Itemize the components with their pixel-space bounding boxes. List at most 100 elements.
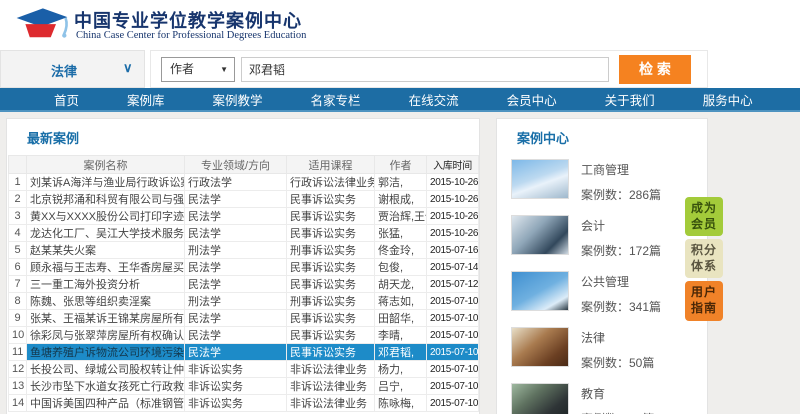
column-header-index <box>9 156 27 174</box>
cell-date: 2015-07-10 <box>427 293 479 310</box>
category-case-count: 案例数：172篇 <box>581 242 661 259</box>
nav-item-8[interactable]: 服务中心 <box>679 90 777 109</box>
table-row[interactable]: 11鱼塘养殖户诉物流公司环境污染损害案民法学民事诉讼实务邓君韬,2015-07-… <box>9 344 479 361</box>
cell-field: 行政法学 <box>185 174 287 191</box>
cell-no: 11 <box>9 344 27 361</box>
nav-item-4[interactable]: 名家专栏 <box>287 90 385 109</box>
cell-name[interactable]: 陈魏、张思等组织卖淫案 <box>27 293 185 310</box>
cell-no: 10 <box>9 327 27 344</box>
cell-author: 胡天龙, <box>375 276 427 293</box>
case-center-item[interactable]: 公共管理案例数：341篇 <box>497 267 707 319</box>
table-row[interactable]: 6顾永福与王志寿、王华香房屋买卖合同民法学民事诉讼实务包俊,2015-07-14 <box>9 259 479 276</box>
cell-no: 2 <box>9 191 27 208</box>
table-row[interactable]: 9张某、王福某诉王锦某房屋所有权确认民法学民事诉讼实务田韶华,2015-07-1… <box>9 310 479 327</box>
cell-field: 民法学 <box>185 225 287 242</box>
cell-course: 行政诉讼法律业务 <box>287 174 375 191</box>
cell-date: 2015-07-14 <box>427 259 479 276</box>
case-center-item-text: 工商管理案例数：286篇 <box>581 159 661 203</box>
case-center-item-text: 法律案例数：50篇 <box>581 327 654 371</box>
cell-name[interactable]: 中国诉美国四种产品（标准钢管、矩形 <box>27 395 185 412</box>
table-row[interactable]: 13长沙市坠下水道女孩死亡行政救助案例非诉讼实务非诉讼法律业务吕宁,2015-0… <box>9 378 479 395</box>
cell-no: 8 <box>9 293 27 310</box>
case-center-item[interactable]: 教育案例数：65篇 <box>497 379 707 414</box>
cell-author: 田韶华, <box>375 310 427 327</box>
points-system-button[interactable]: 积分体系 <box>685 239 723 278</box>
category-name: 公共管理 <box>581 273 661 290</box>
nav-item-2[interactable]: 案例库 <box>103 90 189 109</box>
category-case-count: 案例数：286篇 <box>581 186 661 203</box>
table-row[interactable]: 12长投公司、绿城公司股权转让仲裁案（非诉讼实务非诉讼法律业务杨力,2015-0… <box>9 361 479 378</box>
table-row[interactable]: 3黄XX与XXXX股份公司打印字迹时间...民法学民事诉讼实务贾治辉,王俊201… <box>9 208 479 225</box>
cell-name[interactable]: 三一重工海外投资分析 <box>27 276 185 293</box>
table-row[interactable]: 10徐彩凤与张翠萍房屋所有权确认纠纷案民法学民事诉讼实务李晴,2015-07-1… <box>9 327 479 344</box>
thumbnail-calculator-image <box>511 215 569 255</box>
table-row[interactable]: 1刘某诉A海洋与渔业局行政诉讼案行政法学行政诉讼法律业务郭洁,2015-10-2… <box>9 174 479 191</box>
column-header-author: 作者 <box>375 156 427 174</box>
cell-name[interactable]: 北京锐邦涌和科贸有限公司与强生（上 <box>27 191 185 208</box>
table-row[interactable]: 8陈魏、张思等组织卖淫案刑法学刑事诉讼实务蒋志如,2015-07-10 <box>9 293 479 310</box>
cell-name[interactable]: 顾永福与王志寿、王华香房屋买卖合同 <box>27 259 185 276</box>
nav-item-7[interactable]: 关于我们 <box>581 90 679 109</box>
cell-author: 佟金玲, <box>375 242 427 259</box>
category-name: 法律 <box>581 329 654 346</box>
category-case-count: 案例数：65篇 <box>581 410 654 414</box>
cell-name[interactable]: 长沙市坠下水道女孩死亡行政救助案例 <box>27 378 185 395</box>
cell-name[interactable]: 张某、王福某诉王锦某房屋所有权确认 <box>27 310 185 327</box>
cell-course: 民事诉讼实务 <box>287 344 375 361</box>
cell-no: 14 <box>9 395 27 412</box>
table-row[interactable]: 7三一重工海外投资分析民法学民事诉讼实务胡天龙,2015-07-12 <box>9 276 479 293</box>
cell-author: 谢根成, <box>375 191 427 208</box>
search-button[interactable]: 检 索 <box>619 55 691 84</box>
category-dropdown[interactable]: 法律 ∨ <box>0 50 145 88</box>
cell-author: 包俊, <box>375 259 427 276</box>
cell-author: 李晴, <box>375 327 427 344</box>
table-row[interactable]: 5赵某某失火案刑法学刑事诉讼实务佟金玲,2015-07-16 <box>9 242 479 259</box>
case-center-item[interactable]: 法律案例数：50篇 <box>497 323 707 375</box>
thumbnail-business-image <box>511 159 569 199</box>
case-center-item-text: 教育案例数：65篇 <box>581 383 654 414</box>
chevron-down-icon: ∨ <box>123 60 133 76</box>
cell-course: 民事诉讼实务 <box>287 191 375 208</box>
search-input[interactable] <box>241 57 609 82</box>
search-field-select[interactable]: 作者 ▼ <box>161 57 235 82</box>
case-center-item[interactable]: 工商管理案例数：286篇 <box>497 155 707 207</box>
cell-name[interactable]: 刘某诉A海洋与渔业局行政诉讼案 <box>27 174 185 191</box>
cell-course: 民事诉讼实务 <box>287 276 375 293</box>
case-center-item[interactable]: 会计案例数：172篇 <box>497 211 707 263</box>
cell-author: 杨力, <box>375 361 427 378</box>
nav-item-6[interactable]: 会员中心 <box>483 90 581 109</box>
cell-no: 13 <box>9 378 27 395</box>
cell-author: 贾治辉,王俊 <box>375 208 427 225</box>
category-name: 工商管理 <box>581 161 661 178</box>
cell-name[interactable]: 黄XX与XXXX股份公司打印字迹时间... <box>27 208 185 225</box>
cell-name[interactable]: 龙达化工厂、吴江大学技术服务合同纠 <box>27 225 185 242</box>
cell-no: 9 <box>9 310 27 327</box>
cell-course: 刑事诉讼实务 <box>287 293 375 310</box>
cell-course: 非诉讼法律业务 <box>287 395 375 412</box>
cell-field: 民法学 <box>185 310 287 327</box>
cell-name[interactable]: 徐彩凤与张翠萍房屋所有权确认纠纷案 <box>27 327 185 344</box>
nav-item-1[interactable]: 首页 <box>30 90 103 109</box>
column-header-course: 适用课程 <box>287 156 375 174</box>
cell-no: 4 <box>9 225 27 242</box>
table-row[interactable]: 4龙达化工厂、吴江大学技术服务合同纠民法学民事诉讼实务张猛,2015-10-26 <box>9 225 479 242</box>
cell-date: 2015-10-26 <box>427 225 479 242</box>
latest-cases-title: 最新案例 <box>27 128 479 147</box>
floating-button-column: 成为会员积分体系用户指南 <box>685 197 723 324</box>
table-row[interactable]: 14中国诉美国四种产品（标准钢管、矩形非诉讼实务非诉讼法律业务陈咏梅,2015-… <box>9 395 479 412</box>
cell-course: 非诉讼法律业务 <box>287 361 375 378</box>
user-guide-button[interactable]: 用户指南 <box>685 281 723 320</box>
latest-cases-table: 案例名称 专业领域/方向 适用课程 作者 入库时间 1刘某诉A海洋与渔业局行政诉… <box>8 155 479 412</box>
cell-no: 1 <box>9 174 27 191</box>
nav-item-5[interactable]: 在线交流 <box>385 90 483 109</box>
cell-field: 刑法学 <box>185 242 287 259</box>
cell-name[interactable]: 鱼塘养殖户诉物流公司环境污染损害案 <box>27 344 185 361</box>
cell-field: 刑法学 <box>185 293 287 310</box>
become-member-button[interactable]: 成为会员 <box>685 197 723 236</box>
cell-name[interactable]: 赵某某失火案 <box>27 242 185 259</box>
cell-name[interactable]: 长投公司、绿城公司股权转让仲裁案（ <box>27 361 185 378</box>
nav-item-3[interactable]: 案例教学 <box>189 90 287 109</box>
table-row[interactable]: 2北京锐邦涌和科贸有限公司与强生（上民法学民事诉讼实务谢根成,2015-10-2… <box>9 191 479 208</box>
cell-date: 2015-10-26 <box>427 191 479 208</box>
cell-field: 民法学 <box>185 191 287 208</box>
